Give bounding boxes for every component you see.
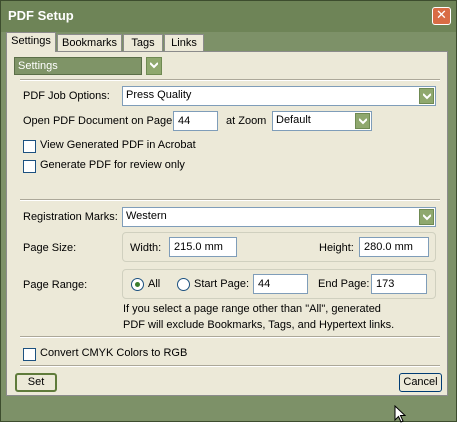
zoom-value: Default — [276, 114, 311, 126]
page-range-label: Page Range: — [23, 279, 88, 291]
settings-section-select[interactable]: Settings — [14, 57, 142, 75]
review-only-checkbox[interactable] — [23, 160, 36, 173]
chevron-down-icon — [423, 214, 431, 221]
close-icon: ✕ — [436, 8, 447, 23]
end-page-input[interactable]: 173 — [371, 274, 427, 294]
tab-tags[interactable]: Tags — [123, 34, 163, 51]
page-width-input[interactable]: 215.0 mm — [169, 237, 237, 257]
convert-cmyk-label: Convert CMYK Colors to RGB — [40, 347, 188, 359]
start-page-label: Start Page: — [194, 278, 250, 290]
start-page-input[interactable]: 44 — [253, 274, 308, 294]
registration-marks-label: Registration Marks: — [23, 211, 118, 223]
separator — [20, 336, 440, 338]
view-in-acrobat-checkbox[interactable] — [23, 140, 36, 153]
page-size-label: Page Size: — [23, 242, 77, 254]
review-only-label: Generate PDF for review only — [40, 159, 185, 171]
tab-links[interactable]: Links — [164, 34, 204, 51]
zoom-dropdown-arrow[interactable] — [355, 113, 370, 129]
page-range-note-line1: If you select a page range other than "A… — [123, 303, 381, 315]
page-range-all-label: All — [148, 278, 161, 290]
set-button[interactable]: Set — [15, 373, 57, 392]
settings-section-dropdown-arrow[interactable] — [146, 57, 162, 75]
open-page-input[interactable]: 44 — [173, 111, 218, 131]
page-height-input[interactable]: 280.0 mm — [359, 237, 429, 257]
job-options-label: PDF Job Options: — [23, 90, 110, 102]
separator — [20, 365, 440, 367]
end-page-label: End Page: — [318, 278, 370, 290]
separator — [20, 199, 440, 201]
close-button[interactable]: ✕ — [432, 7, 451, 25]
registration-dropdown-arrow[interactable] — [419, 209, 434, 225]
job-options-dropdown-arrow[interactable] — [419, 88, 434, 104]
window-title: PDF Setup — [8, 8, 74, 23]
job-options-select[interactable]: Press Quality — [122, 86, 436, 106]
tab-settings[interactable]: Settings — [6, 32, 56, 52]
height-label: Height: — [319, 242, 354, 254]
registration-marks-value: Western — [126, 210, 167, 222]
zoom-select[interactable]: Default — [272, 111, 372, 131]
settings-panel: Settings PDF Job Options: Press Quality … — [6, 51, 448, 396]
pdf-setup-window: PDF Setup ✕ Settings Bookmarks Tags Link… — [0, 0, 457, 422]
cancel-button[interactable]: Cancel — [399, 373, 442, 392]
width-label: Width: — [130, 242, 162, 254]
registration-marks-select[interactable]: Western — [122, 207, 436, 227]
page-range-start-radio[interactable] — [177, 278, 190, 291]
zoom-label: at Zoom — [226, 115, 267, 127]
title-bar[interactable]: PDF Setup ✕ — [1, 1, 456, 32]
view-in-acrobat-label: View Generated PDF in Acrobat — [40, 139, 196, 151]
mouse-cursor-icon — [394, 405, 406, 423]
open-page-label: Open PDF Document on Page — [23, 115, 173, 127]
page-range-note-line2: PDF will exclude Bookmarks, Tags, and Hy… — [123, 319, 395, 331]
job-options-value: Press Quality — [126, 89, 192, 101]
separator — [20, 79, 440, 81]
tab-bookmarks[interactable]: Bookmarks — [57, 34, 122, 51]
chevron-down-icon — [423, 93, 431, 100]
settings-section-value: Settings — [18, 60, 58, 72]
convert-cmyk-checkbox[interactable] — [23, 348, 36, 361]
chevron-down-icon — [359, 118, 367, 125]
page-range-all-radio[interactable] — [131, 278, 144, 291]
chevron-down-icon — [150, 62, 158, 69]
